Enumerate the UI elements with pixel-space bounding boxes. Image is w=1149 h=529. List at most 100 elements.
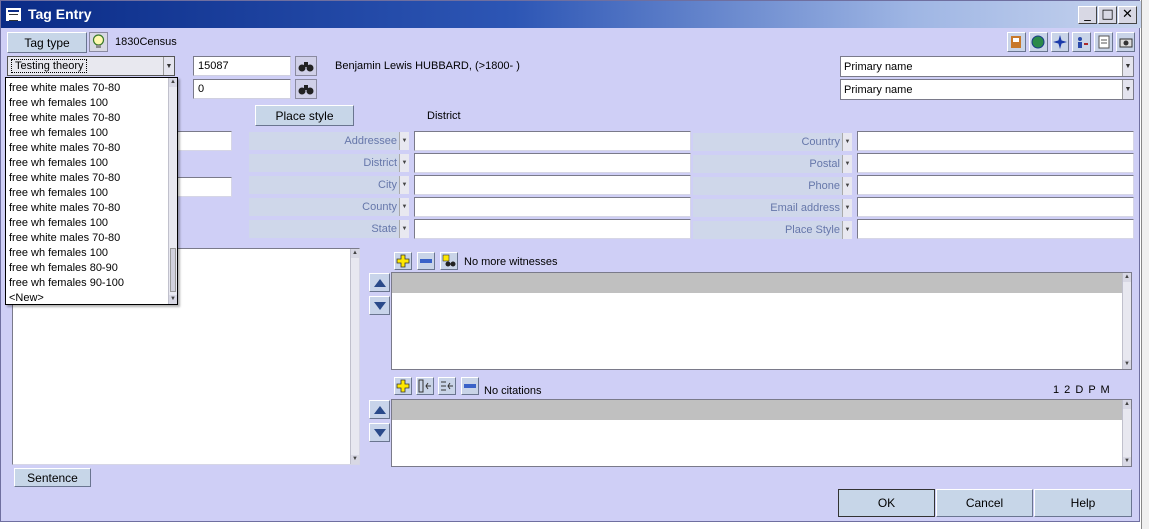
people-add-icon[interactable]: [1072, 32, 1092, 52]
chevron-down-icon[interactable]: ▼: [163, 57, 174, 75]
memorize-citation-icon[interactable]: [438, 377, 456, 395]
scroll-thumb[interactable]: [170, 248, 176, 292]
role-select[interactable]: Testing theory ▼: [7, 56, 175, 76]
county-input[interactable]: [414, 197, 691, 217]
binoculars-icon[interactable]: [295, 79, 317, 99]
dropdown-item[interactable]: free white males 70-80: [9, 171, 169, 186]
date-field[interactable]: [177, 131, 232, 151]
addressee-label[interactable]: Addressee ▼: [249, 132, 409, 150]
chevron-down-icon[interactable]: ▼: [399, 176, 409, 194]
notes-icon[interactable]: [1094, 32, 1114, 52]
second-id-field[interactable]: 0: [193, 79, 291, 99]
copy-citation-icon[interactable]: [416, 377, 434, 395]
state-label[interactable]: State ▼: [249, 220, 409, 238]
citation-move-down-button[interactable]: [369, 423, 390, 442]
addressee-input[interactable]: [414, 131, 691, 151]
email-label[interactable]: Email address ▼: [693, 199, 852, 217]
dropdown-item[interactable]: free white males 70-80: [9, 201, 169, 216]
close-button[interactable]: ✕: [1118, 6, 1137, 24]
phone-label[interactable]: Phone ▼: [693, 177, 852, 195]
postal-input[interactable]: [857, 153, 1134, 173]
scroll-up-icon[interactable]: ▲: [351, 249, 359, 258]
state-input[interactable]: [414, 219, 691, 239]
camera-icon[interactable]: [1116, 32, 1135, 52]
chevron-down-icon[interactable]: ▼: [842, 221, 852, 239]
remove-witness-button[interactable]: [417, 252, 435, 270]
chevron-down-icon[interactable]: ▼: [1122, 57, 1133, 76]
role-dropdown-scrollbar[interactable]: ▲ ▼: [168, 78, 177, 304]
scroll-down-icon[interactable]: ▼: [1123, 360, 1131, 369]
scroll-down-icon[interactable]: ▼: [169, 295, 177, 304]
dropdown-item[interactable]: free white males 70-80: [9, 231, 169, 246]
city-label[interactable]: City ▼: [249, 176, 409, 194]
ok-button[interactable]: OK: [838, 489, 935, 517]
dropdown-item[interactable]: free wh females 100: [9, 246, 169, 261]
chevron-down-icon[interactable]: ▼: [842, 133, 852, 151]
dropdown-item[interactable]: free white males 70-80: [9, 141, 169, 156]
citation-move-up-button[interactable]: [369, 400, 390, 419]
binoculars-icon[interactable]: [295, 56, 317, 76]
place-field[interactable]: [177, 177, 232, 197]
email-input[interactable]: [857, 197, 1134, 217]
country-label[interactable]: Country ▼: [693, 133, 852, 151]
citation-scrollbar[interactable]: ▲ ▼: [1122, 400, 1131, 466]
witness-list[interactable]: ▲ ▼: [391, 272, 1132, 370]
principal-id-field[interactable]: 15087: [193, 56, 291, 76]
find-witness-button[interactable]: [440, 252, 458, 270]
compass-icon[interactable]: [1050, 32, 1070, 52]
minimize-button[interactable]: _: [1078, 6, 1097, 24]
remove-citation-button[interactable]: [461, 377, 479, 395]
add-citation-button[interactable]: [394, 377, 412, 395]
name2-select[interactable]: Primary name ▼: [840, 79, 1134, 100]
chevron-down-icon[interactable]: ▼: [399, 198, 409, 216]
name1-select[interactable]: Primary name ▼: [840, 56, 1134, 77]
phone-input[interactable]: [857, 175, 1134, 195]
dropdown-item[interactable]: free wh females 100: [9, 96, 169, 111]
dropdown-item[interactable]: free wh females 100: [9, 126, 169, 141]
help-button[interactable]: Help: [1034, 489, 1132, 517]
place-style-label[interactable]: Place Style ▼: [693, 221, 852, 239]
scroll-up-icon[interactable]: ▲: [1123, 400, 1131, 409]
title-bar[interactable]: Tag Entry _ □ ✕: [1, 1, 1141, 28]
move-up-button[interactable]: [369, 273, 390, 292]
country-input[interactable]: [857, 131, 1134, 151]
district-input[interactable]: [414, 153, 691, 173]
memo-scrollbar[interactable]: ▲ ▼: [350, 249, 359, 464]
sentence-button[interactable]: Sentence: [14, 468, 91, 487]
tag-type-button[interactable]: Tag type: [7, 32, 87, 53]
chevron-down-icon[interactable]: ▼: [1122, 80, 1133, 99]
dropdown-item[interactable]: free wh females 80-90: [9, 261, 169, 276]
cancel-button[interactable]: Cancel: [936, 489, 1033, 517]
chevron-down-icon[interactable]: ▼: [842, 155, 852, 173]
maximize-button[interactable]: □: [1098, 6, 1117, 24]
dropdown-item[interactable]: free wh females 90-100: [9, 276, 169, 291]
chevron-down-icon[interactable]: ▼: [399, 132, 409, 150]
dropdown-item[interactable]: <New>: [9, 291, 169, 306]
scroll-down-icon[interactable]: ▼: [351, 455, 359, 464]
dropdown-item[interactable]: free wh females 100: [9, 216, 169, 231]
add-witness-button[interactable]: [394, 252, 412, 270]
scroll-down-icon[interactable]: ▼: [1123, 457, 1131, 466]
person-book-icon[interactable]: [1007, 32, 1026, 52]
lightbulb-icon[interactable]: [89, 32, 108, 52]
postal-label[interactable]: Postal ▼: [693, 155, 852, 173]
place-style-button[interactable]: Place style: [255, 105, 354, 126]
move-down-button[interactable]: [369, 296, 390, 315]
citation-list[interactable]: ▲ ▼: [391, 399, 1132, 467]
dropdown-item[interactable]: free white males 70-80: [9, 111, 169, 126]
chevron-down-icon[interactable]: ▼: [399, 220, 409, 238]
county-label[interactable]: County ▼: [249, 198, 409, 216]
globe-icon[interactable]: [1028, 32, 1048, 52]
dropdown-item[interactable]: free wh females 100: [9, 186, 169, 201]
city-input[interactable]: [414, 175, 691, 195]
place-style-input[interactable]: [857, 219, 1134, 239]
witness-scrollbar[interactable]: ▲ ▼: [1122, 273, 1131, 369]
district-field-label[interactable]: District ▼: [249, 154, 409, 172]
chevron-down-icon[interactable]: ▼: [842, 177, 852, 195]
scroll-up-icon[interactable]: ▲: [1123, 273, 1131, 282]
role-dropdown-list[interactable]: free white males 70-80 free wh females 10…: [5, 77, 178, 305]
chevron-down-icon[interactable]: ▼: [842, 199, 852, 217]
dropdown-item[interactable]: free wh females 100: [9, 156, 169, 171]
chevron-down-icon[interactable]: ▼: [399, 154, 409, 172]
dropdown-item[interactable]: free white males 70-80: [9, 81, 169, 96]
